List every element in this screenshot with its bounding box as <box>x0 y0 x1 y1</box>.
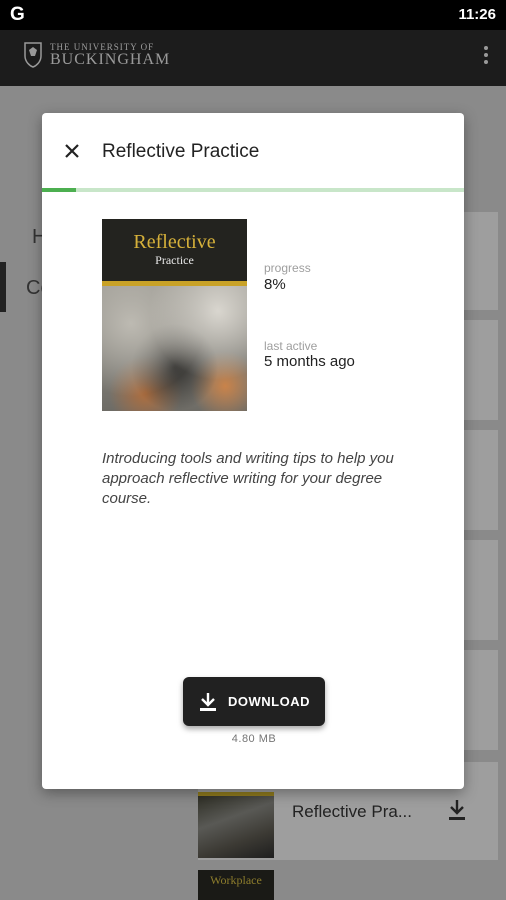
status-bar: G 11:26 <box>0 0 506 30</box>
progress-label: progress <box>264 261 311 275</box>
course-description: Introducing tools and writing tips to he… <box>102 450 394 507</box>
bg-course-thumbnail <box>198 792 274 858</box>
cover-subtitle: Practice <box>155 253 194 267</box>
download-size: 4.80 MB <box>231 733 277 745</box>
progress-value: 8% <box>264 276 286 293</box>
google-icon: G <box>10 4 25 25</box>
bg-list-item-title: Reflective Pra... <box>292 802 412 821</box>
course-cover-image: Reflective Practice <box>102 219 247 411</box>
more-vert-icon[interactable] <box>482 46 490 70</box>
university-logo: THE UNIVERSITY OF BUCKINGHAM <box>24 42 170 68</box>
app-bar: THE UNIVERSITY OF BUCKINGHAM <box>0 30 506 86</box>
course-detail-dialog: Reflective Practice Reflective Practice … <box>42 113 464 789</box>
last-active-label: last active <box>264 339 318 353</box>
download-icon <box>200 692 216 711</box>
download-icon <box>449 800 465 820</box>
download-label: DOWNLOAD <box>228 694 310 709</box>
bg-next-thumbnail: Workplace <box>198 870 274 900</box>
dialog-title: Reflective Practice <box>102 141 260 162</box>
download-button[interactable]: DOWNLOAD <box>183 677 325 726</box>
close-icon[interactable] <box>60 139 84 163</box>
bg-tab-indicator <box>0 262 6 312</box>
bg-next-thumb-title: Workplace <box>210 873 262 887</box>
logo-line-2: BUCKINGHAM <box>50 50 171 68</box>
status-time: 11:26 <box>458 6 496 23</box>
progress-bar <box>42 188 464 192</box>
last-active-value: 5 months ago <box>264 353 355 370</box>
cover-title: Reflective <box>133 231 216 253</box>
crest-icon <box>24 42 42 68</box>
progress-bar-fill <box>42 188 76 192</box>
